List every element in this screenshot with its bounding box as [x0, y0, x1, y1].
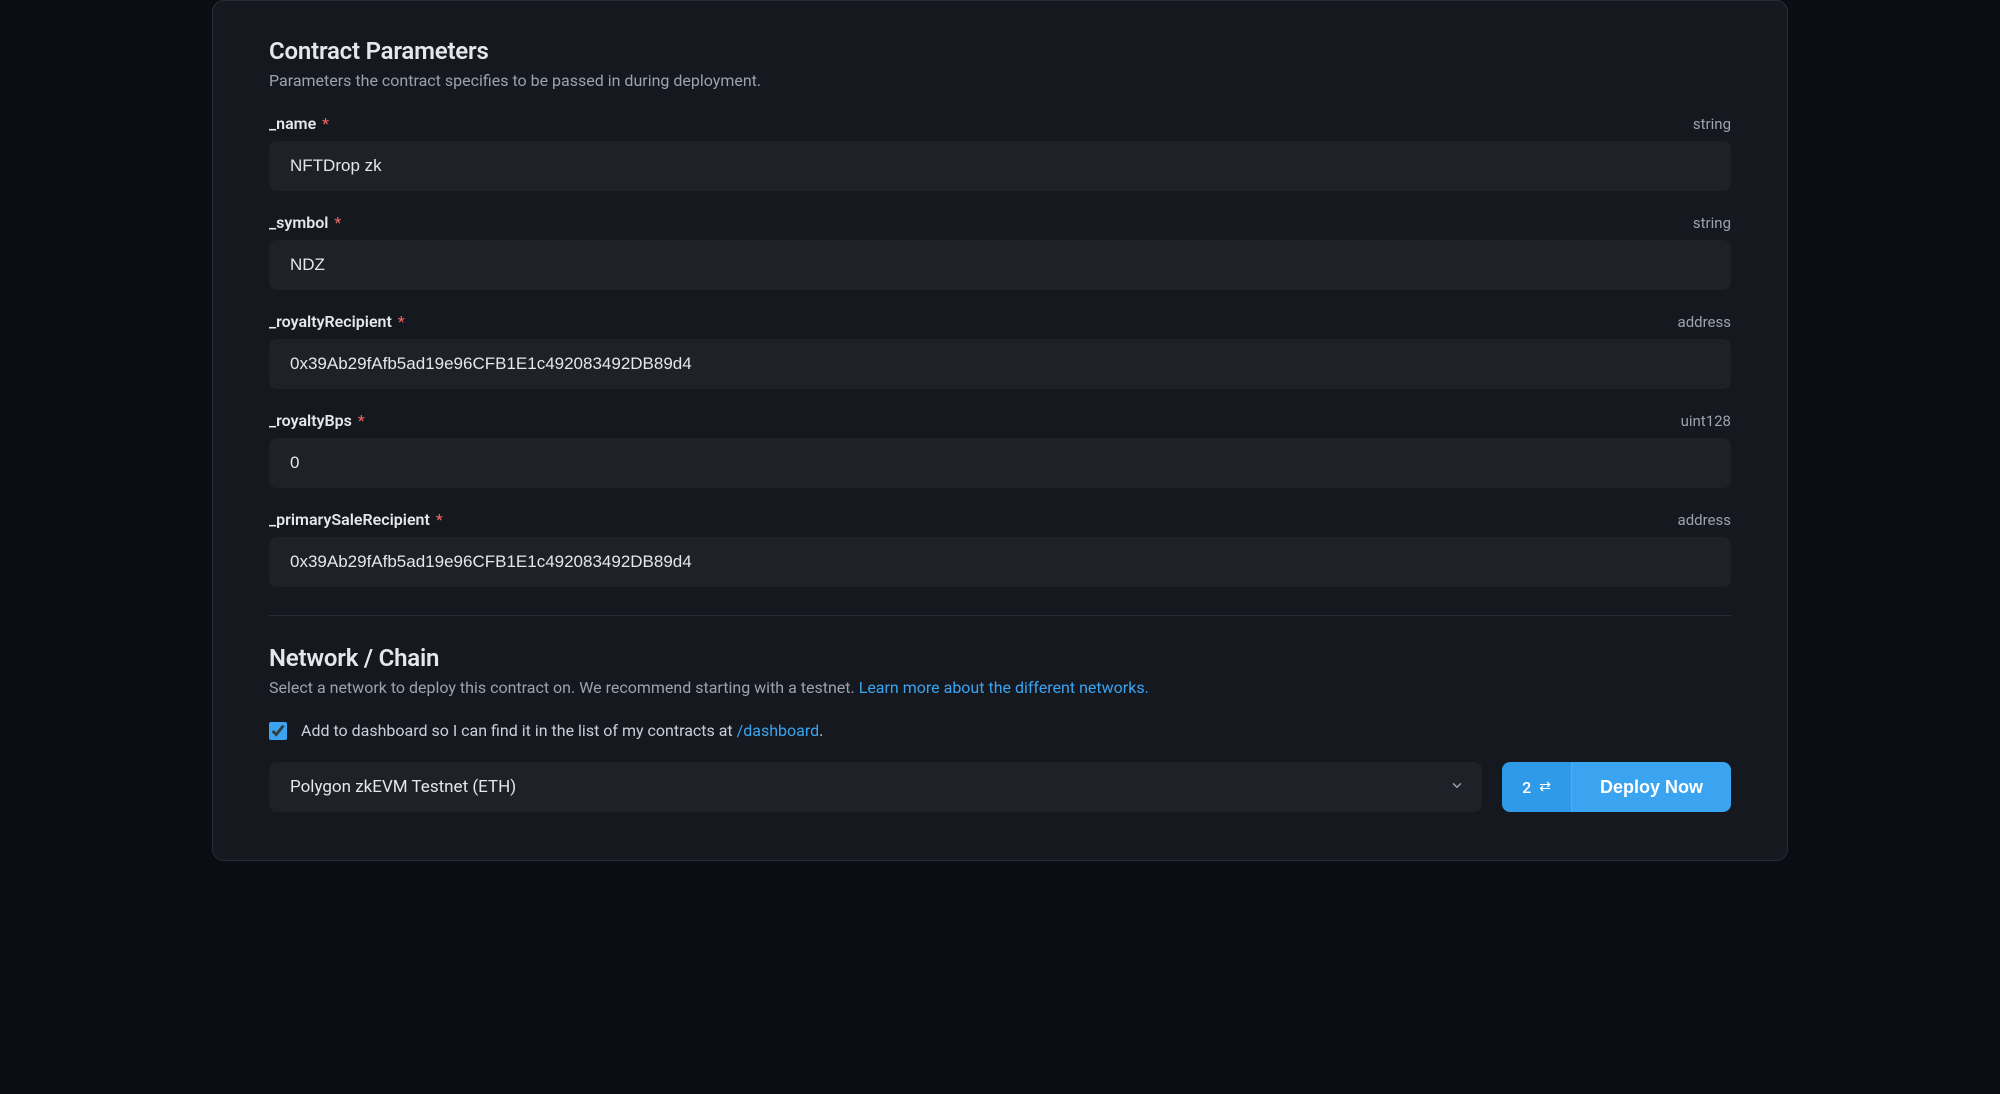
- required-star: *: [432, 510, 443, 529]
- network-select[interactable]: Polygon zkEVM Testnet (ETH): [269, 762, 1482, 812]
- required-star: *: [330, 213, 341, 232]
- field-label-royalty-bps: _royaltyBps: [269, 411, 352, 430]
- field-type-royalty-recipient: address: [1678, 313, 1731, 331]
- deploy-count-value: 2: [1522, 778, 1531, 797]
- field-primary-sale-recipient: _primarySaleRecipient * address: [269, 510, 1731, 587]
- dashboard-link[interactable]: /dashboard: [737, 721, 820, 740]
- field-symbol: _symbol * string: [269, 213, 1731, 290]
- required-star: *: [318, 114, 329, 133]
- royalty-bps-input[interactable]: [269, 438, 1731, 488]
- deploy-tx-count[interactable]: 2 ⇄: [1502, 762, 1572, 812]
- deploy-row: Polygon zkEVM Testnet (ETH) 2 ⇄ Deploy N…: [269, 762, 1731, 812]
- deploy-button-group: 2 ⇄ Deploy Now: [1502, 762, 1731, 812]
- deploy-now-button[interactable]: Deploy Now: [1572, 762, 1731, 812]
- checkbox-text-prefix: Add to dashboard so I can find it in the…: [301, 721, 737, 740]
- field-type-symbol: string: [1693, 214, 1731, 232]
- royalty-recipient-input[interactable]: [269, 339, 1731, 389]
- required-star: *: [394, 312, 405, 331]
- field-royalty-recipient: _royaltyRecipient * address: [269, 312, 1731, 389]
- symbol-input[interactable]: [269, 240, 1731, 290]
- field-type-primary-sale-recipient: address: [1678, 511, 1731, 529]
- network-desc-text: Select a network to deploy this contract…: [269, 678, 859, 697]
- contract-params-title: Contract Parameters: [269, 37, 1731, 65]
- checkbox-text-suffix: .: [819, 721, 823, 740]
- add-to-dashboard-row: Add to dashboard so I can find it in the…: [269, 721, 1731, 740]
- field-type-royalty-bps: uint128: [1681, 412, 1731, 430]
- deploy-panel: Contract Parameters Parameters the contr…: [212, 0, 1788, 861]
- field-name: _name * string: [269, 114, 1731, 191]
- field-royalty-bps: _royaltyBps * uint128: [269, 411, 1731, 488]
- field-type-name: string: [1693, 115, 1731, 133]
- field-label-royalty-recipient: _royaltyRecipient: [269, 312, 392, 331]
- contract-params-desc: Parameters the contract specifies to be …: [269, 71, 1731, 90]
- primary-sale-recipient-input[interactable]: [269, 537, 1731, 587]
- network-desc: Select a network to deploy this contract…: [269, 678, 1731, 697]
- swap-icon: ⇄: [1539, 779, 1551, 795]
- network-title: Network / Chain: [269, 644, 1731, 672]
- field-label-symbol: _symbol: [269, 213, 328, 232]
- network-select-wrap: Polygon zkEVM Testnet (ETH): [269, 762, 1482, 812]
- field-label-primary-sale-recipient: _primarySaleRecipient: [269, 510, 430, 529]
- section-divider: [269, 615, 1731, 616]
- name-input[interactable]: [269, 141, 1731, 191]
- field-label-name: _name: [269, 114, 316, 133]
- learn-more-link[interactable]: Learn more about the different networks.: [859, 678, 1149, 697]
- add-to-dashboard-checkbox[interactable]: [269, 722, 287, 740]
- required-star: *: [354, 411, 365, 430]
